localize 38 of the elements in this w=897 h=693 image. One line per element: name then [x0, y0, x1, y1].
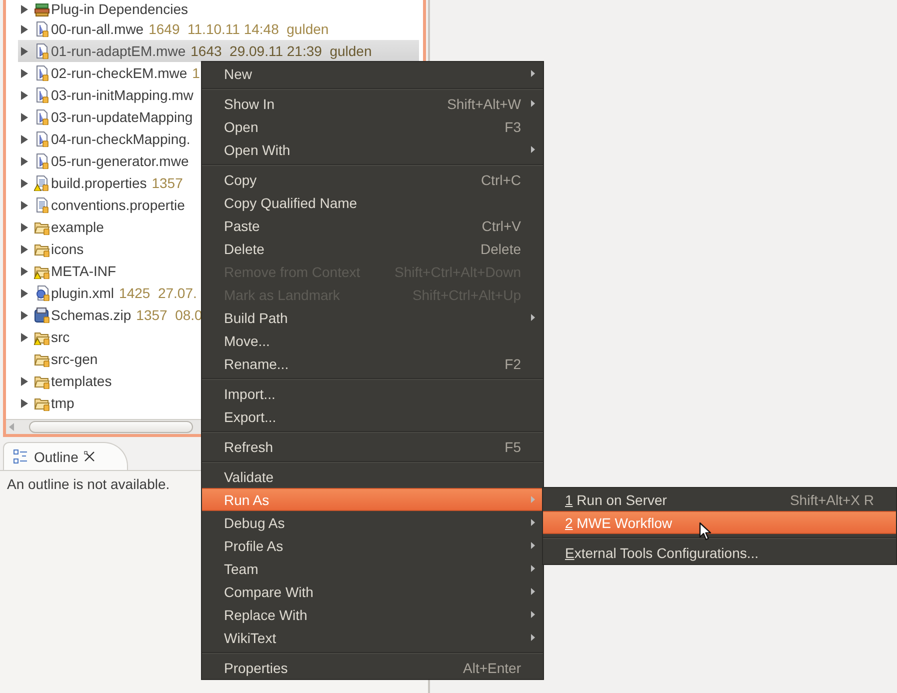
shortcut-label: Delete — [480, 240, 521, 256]
empty-message: An outline is not available. — [7, 476, 170, 492]
file-name: Plug-in Dependencies — [51, 1, 188, 17]
file-name: src — [51, 329, 70, 345]
file-info: 1357 — [152, 175, 183, 191]
file-name: META-INF — [51, 263, 116, 279]
mnemonic-underline: 2 — [565, 514, 573, 530]
file-name: templates — [51, 373, 112, 389]
file-info: 1643 29.09.11 21:39 gulden — [190, 43, 372, 59]
file-name: Schemas.zip — [51, 307, 132, 323]
shortcut-label: Ctrl+V — [482, 218, 521, 234]
file-info: 1649 11.10.11 14:48 gulden — [148, 21, 329, 37]
file-name: tmp — [51, 395, 74, 411]
shortcut-label: Shift+Alt+W — [447, 96, 521, 112]
file-info: 1357 08.0 — [136, 307, 202, 323]
file-name: plugin.xml — [51, 285, 114, 301]
file-info: 1425 27.07. — [119, 285, 197, 301]
shortcut-label: F2 — [504, 356, 521, 372]
shortcut-label: Ctrl+C — [480, 172, 521, 188]
file-name: 01-run-adaptEM.mwe — [51, 43, 186, 59]
file-name: 03-run-updateMapping — [51, 109, 193, 125]
file-name: 03-run-initMapping.mw — [51, 87, 194, 103]
mnemonic-underline: E — [565, 544, 574, 560]
file-name: 02-run-checkEM.mwe — [51, 65, 188, 81]
shortcut-label: Alt+Enter — [463, 660, 521, 676]
file-name: 05-run-generator.mwe — [51, 153, 189, 169]
file-info: 1 — [192, 65, 200, 81]
mnemonic-underline: 1 — [565, 492, 573, 508]
file-name: src-gen — [51, 351, 98, 367]
file-name: build.properties — [51, 175, 147, 191]
file-name: 00-run-all.mwe — [51, 21, 144, 37]
file-name: example — [51, 219, 104, 235]
file-name: icons — [51, 241, 84, 257]
shortcut-label: Shift+Alt+X R — [790, 492, 874, 508]
file-name: conventions.propertie — [51, 197, 185, 213]
shortcut-label: F5 — [504, 438, 521, 454]
shortcut-label: F3 — [504, 118, 521, 134]
file-name: 04-run-checkMapping. — [51, 131, 190, 147]
